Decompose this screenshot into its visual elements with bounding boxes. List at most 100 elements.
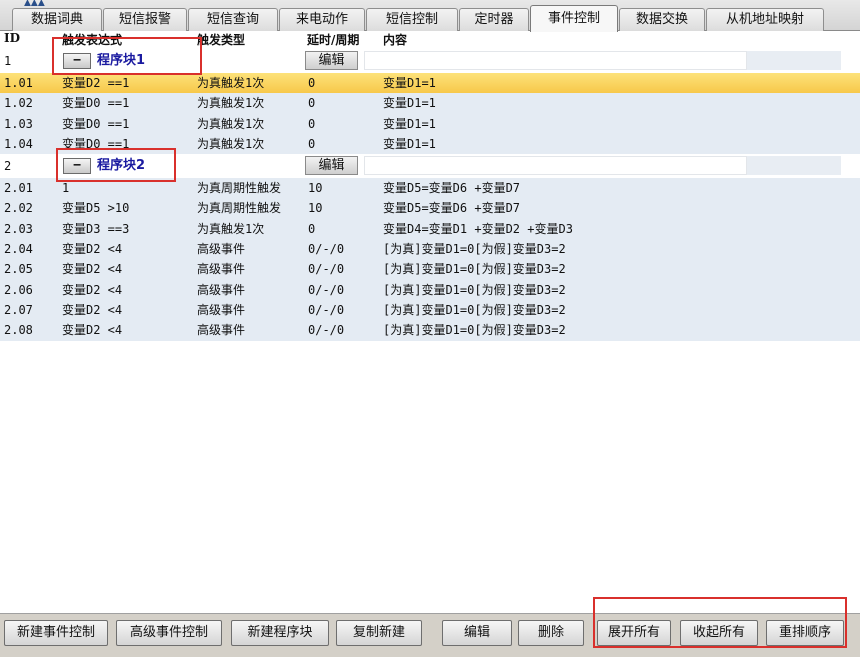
cell-id: 2.08 — [4, 323, 33, 338]
copy-new-button[interactable]: 复制新建 — [336, 620, 422, 646]
cell-trigger-type: 高级事件 — [197, 262, 246, 277]
cell-delay: 10 — [308, 181, 323, 196]
cell-trigger-type: 为真周期性触发 — [197, 181, 282, 196]
col-header-content[interactable]: 内容 — [383, 31, 407, 48]
group-row-2[interactable]: 2 − 程序块2 编辑 — [0, 154, 860, 179]
cell-trigger-type: 高级事件 — [197, 323, 246, 338]
group-row-filler — [747, 156, 841, 176]
cell-id: 1.02 — [4, 96, 33, 111]
group-edit-button[interactable]: 编辑 — [305, 51, 358, 70]
cell-content: [为真]变量D1=0[为假]变量D3=2 — [383, 323, 566, 338]
tab-sms-control[interactable]: 短信控制 — [366, 8, 458, 31]
group-content-field — [364, 51, 747, 70]
cell-expression: 变量D2 ==1 — [62, 76, 130, 90]
cell-trigger-type: 为真触发1次 — [197, 76, 265, 90]
cell-trigger-type: 高级事件 — [197, 242, 246, 257]
col-header-trigger-type[interactable]: 触发类型 — [197, 31, 245, 48]
group-edit-button[interactable]: 编辑 — [305, 156, 358, 176]
table-row[interactable]: 2.05 变量D2 <4 高级事件 0/-/0 [为真]变量D1=0[为假]变量… — [0, 259, 860, 280]
cell-trigger-type: 为真触发1次 — [197, 136, 265, 151]
reorder-button[interactable]: 重排顺序 — [766, 620, 844, 646]
cell-content: [为真]变量D1=0[为假]变量D3=2 — [383, 262, 566, 277]
cell-trigger-type: 为真触发1次 — [197, 221, 265, 236]
cell-delay: 0/-/0 — [308, 302, 345, 317]
cell-id: 1.04 — [4, 136, 33, 151]
collapse-button[interactable]: − — [63, 158, 91, 175]
cell-expression: 变量D2 <4 — [62, 282, 123, 297]
cell-id: 2.04 — [4, 242, 33, 257]
cell-expression: 变量D0 ==1 — [62, 116, 130, 131]
app-logo-icon: ▲▲▲ — [24, 0, 45, 6]
table-row[interactable]: 2.04 变量D2 <4 高级事件 0/-/0 [为真]变量D1=0[为假]变量… — [0, 239, 860, 260]
cell-delay: 0/-/0 — [308, 262, 345, 277]
grid-header: ID 触发表达式 触发类型 延时/周期 内容 — [0, 31, 860, 49]
cell-expression: 变量D0 ==1 — [62, 96, 130, 111]
cell-expression: 变量D2 <4 — [62, 323, 123, 338]
group-row-1[interactable]: 1 − 程序块1 编辑 — [0, 49, 860, 73]
cell-id: 2.02 — [4, 201, 33, 216]
tab-slave-address-map[interactable]: 从机地址映射 — [706, 8, 824, 31]
cell-content: 变量D1=1 — [383, 96, 436, 111]
cell-expression: 变量D0 ==1 — [62, 136, 130, 151]
tab-sms-query[interactable]: 短信查询 — [188, 8, 278, 31]
col-header-delay[interactable]: 延时/周期 — [307, 31, 359, 48]
cell-id: 2.07 — [4, 302, 33, 317]
cell-content: [为真]变量D1=0[为假]变量D3=2 — [383, 282, 566, 297]
table-row[interactable]: 2.03 变量D3 ==3 为真触发1次 0 变量D4=变量D1 +变量D2 +… — [0, 218, 860, 240]
edit-button[interactable]: 编辑 — [442, 620, 512, 646]
tab-call-action[interactable]: 来电动作 — [279, 8, 365, 31]
table-row[interactable]: 2.02 变量D5 >10 为真周期性触发 10 变量D5=变量D6 +变量D7 — [0, 198, 860, 219]
group-name: 程序块1 — [97, 53, 146, 68]
cell-id: 2.01 — [4, 181, 33, 196]
cell-trigger-type: 为真触发1次 — [197, 116, 265, 131]
table-row[interactable]: 2.07 变量D2 <4 高级事件 0/-/0 [为真]变量D1=0[为假]变量… — [0, 299, 860, 321]
new-program-block-button[interactable]: 新建程序块 — [231, 620, 329, 646]
table-row[interactable]: 1.04 变量D0 ==1 为真触发1次 0 变量D1=1 — [0, 133, 860, 155]
cell-trigger-type: 为真周期性触发 — [197, 201, 282, 216]
table-row[interactable]: 1.01 变量D2 ==1 为真触发1次 0 变量D1=1 — [0, 73, 860, 94]
group-name: 程序块2 — [97, 158, 146, 174]
cell-content: 变量D4=变量D1 +变量D2 +变量D3 — [383, 221, 573, 236]
tab-event-control[interactable]: 事件控制 — [530, 5, 618, 32]
table-row[interactable]: 2.06 变量D2 <4 高级事件 0/-/0 [为真]变量D1=0[为假]变量… — [0, 279, 860, 300]
collapse-all-button[interactable]: 收起所有 — [680, 620, 758, 646]
cell-id: 2.05 — [4, 262, 33, 277]
new-event-control-button[interactable]: 新建事件控制 — [4, 620, 108, 646]
cell-content: 变量D1=1 — [383, 76, 436, 90]
tab-data-dictionary[interactable]: 数据词典 — [12, 8, 102, 31]
col-header-id[interactable]: ID — [4, 31, 20, 45]
table-row[interactable]: 2.08 变量D2 <4 高级事件 0/-/0 [为真]变量D1=0[为假]变量… — [0, 320, 860, 341]
cell-delay: 0 — [308, 221, 316, 236]
cell-trigger-type: 高级事件 — [197, 282, 246, 297]
cell-id: 1.01 — [4, 76, 33, 90]
expand-all-button[interactable]: 展开所有 — [597, 620, 671, 646]
cell-delay: 0/-/0 — [308, 242, 345, 257]
advanced-event-control-button[interactable]: 高级事件控制 — [116, 620, 222, 646]
cell-content: 变量D5=变量D6 +变量D7 — [383, 201, 521, 216]
cell-content: 变量D1=1 — [383, 116, 436, 131]
bottom-toolbar: 新建事件控制 高级事件控制 新建程序块 复制新建 编辑 删除 展开所有 收起所有… — [0, 613, 860, 657]
table-row[interactable]: 1.03 变量D0 ==1 为真触发1次 0 变量D1=1 — [0, 113, 860, 134]
collapse-button[interactable]: − — [63, 53, 91, 69]
cell-content: [为真]变量D1=0[为假]变量D3=2 — [383, 302, 566, 317]
group-row-filler — [747, 51, 841, 70]
cell-delay: 0/-/0 — [308, 323, 345, 338]
event-grid: ID 触发表达式 触发类型 延时/周期 内容 1 − 程序块1 编辑 1.01 … — [0, 31, 860, 341]
cell-id: 1.03 — [4, 116, 33, 131]
tab-data-exchange[interactable]: 数据交换 — [619, 8, 705, 31]
tab-timer[interactable]: 定时器 — [459, 8, 529, 31]
table-row[interactable]: 1.02 变量D0 ==1 为真触发1次 0 变量D1=1 — [0, 93, 860, 114]
group-id: 1 — [4, 54, 12, 68]
cell-expression: 变量D2 <4 — [62, 242, 123, 257]
cell-trigger-type: 为真触发1次 — [197, 96, 265, 111]
cell-expression: 变量D2 <4 — [62, 262, 123, 277]
cell-delay: 0/-/0 — [308, 282, 345, 297]
group-id: 2 — [4, 159, 12, 174]
table-row[interactable]: 2.01 1 为真周期性触发 10 变量D5=变量D6 +变量D7 — [0, 178, 860, 199]
cell-id: 2.03 — [4, 221, 33, 236]
tab-sms-alarm[interactable]: 短信报警 — [103, 8, 187, 31]
cell-content: 变量D1=1 — [383, 136, 436, 151]
delete-button[interactable]: 删除 — [518, 620, 584, 646]
cell-expression: 变量D3 ==3 — [62, 221, 130, 236]
col-header-expression[interactable]: 触发表达式 — [62, 31, 122, 48]
